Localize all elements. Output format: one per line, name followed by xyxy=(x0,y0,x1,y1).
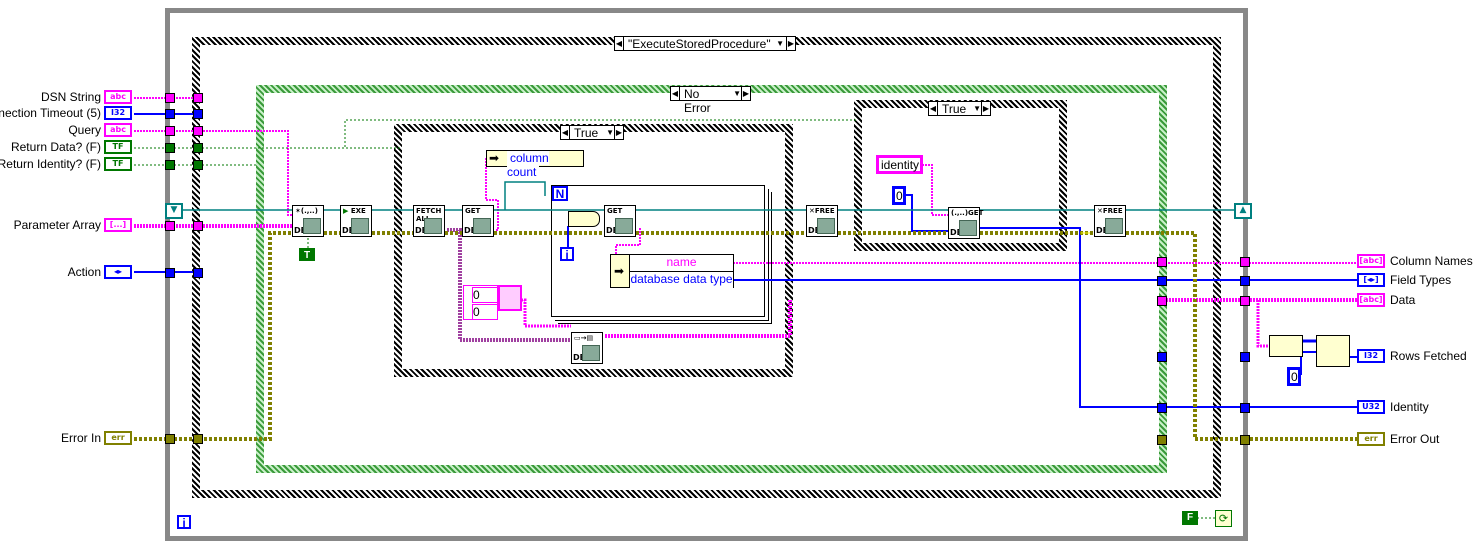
db-get-column-node[interactable]: GET DB xyxy=(604,205,636,237)
tunnel xyxy=(193,93,203,103)
tunnel xyxy=(165,93,175,103)
while-iteration-terminal: i xyxy=(177,515,191,530)
db-execute-node[interactable]: ▶ EXE DB xyxy=(340,205,372,237)
case-selector-label: True xyxy=(942,102,967,116)
tunnel xyxy=(1240,403,1250,413)
control-terminal[interactable]: [...] xyxy=(104,218,132,232)
indicator-terminal[interactable]: [abc] xyxy=(1357,254,1385,268)
case-selector-label: True xyxy=(574,126,599,140)
tunnel xyxy=(165,109,175,119)
db-open-node[interactable]: ✶(.,..) DB xyxy=(292,205,324,237)
indicator-terminal[interactable]: err xyxy=(1357,432,1385,446)
true-constant[interactable]: T xyxy=(299,248,315,261)
control-terminal[interactable]: err xyxy=(104,431,132,445)
indicator-terminal[interactable]: I32 xyxy=(1357,349,1385,363)
case-selector-label: "ExecuteStoredProcedure" xyxy=(628,37,771,51)
control-terminal[interactable]: TF xyxy=(104,140,132,154)
bundle-by-name-node[interactable]: ➡ name database data type xyxy=(610,254,734,288)
tunnel xyxy=(165,160,175,170)
control-label: Connection Timeout (5) xyxy=(0,106,101,120)
control-label: Return Data? (F) xyxy=(10,140,101,154)
tunnel xyxy=(165,434,175,444)
db-convert-node[interactable]: ▭→▤ DB xyxy=(571,332,603,364)
indicator-label: Rows Fetched xyxy=(1390,349,1467,363)
tunnel xyxy=(1157,276,1167,286)
control-label: Query xyxy=(68,123,101,137)
bundle-name-field: name xyxy=(629,255,733,272)
identity-string-constant[interactable]: identity xyxy=(876,155,923,174)
for-iteration-terminal: i xyxy=(560,247,574,262)
indicator-label: Error Out xyxy=(1390,432,1440,446)
array-constant[interactable]: 0 0 xyxy=(463,285,498,320)
tunnel xyxy=(193,434,203,444)
shift-register-left: ▼ xyxy=(165,203,183,219)
tunnel xyxy=(1157,352,1167,362)
db-get-identity-node[interactable]: (.,..)GET DB xyxy=(948,207,983,239)
control-terminal[interactable]: TF xyxy=(104,157,132,171)
tunnel xyxy=(1157,257,1167,267)
tunnel xyxy=(193,126,203,136)
control-terminal[interactable]: ◂▸ xyxy=(104,265,132,279)
tunnel xyxy=(193,268,203,278)
indicator-label: Field Types xyxy=(1390,273,1452,287)
column-count-constant[interactable]: ➡ column count xyxy=(486,150,584,179)
control-terminal[interactable]: abc xyxy=(104,90,132,104)
db-get-property-node[interactable]: GET DB xyxy=(462,205,494,237)
control-label: DSN String xyxy=(40,90,101,104)
indicator-terminal[interactable]: U32 xyxy=(1357,400,1385,414)
control-label: Error In xyxy=(60,431,101,445)
case-selector-return-identity[interactable]: ◀ True ▼ ▶ xyxy=(928,101,991,116)
tunnel xyxy=(1240,296,1250,306)
indicator-label: Column Names xyxy=(1390,254,1473,268)
db-free-node[interactable]: ✕FREE DB xyxy=(806,205,838,237)
db-fetch-all-node[interactable]: FETCH ALLDB xyxy=(413,205,445,237)
tunnel xyxy=(1240,352,1250,362)
zero-constant[interactable]: 0 xyxy=(892,186,906,205)
case-selector-return-data[interactable]: ◀ True ▼ ▶ xyxy=(560,125,624,140)
loop-count-terminal: N xyxy=(552,186,568,201)
control-terminal[interactable]: I32 xyxy=(104,106,132,120)
empty-array-element[interactable] xyxy=(498,285,522,311)
tunnel xyxy=(1157,435,1167,445)
control-terminal[interactable]: abc xyxy=(104,123,132,137)
tunnel xyxy=(1240,257,1250,267)
case-selector-error[interactable]: ◀ No Error ▼ ▶ xyxy=(670,86,751,115)
index-array-node[interactable] xyxy=(1316,335,1350,367)
array-index-0: 0 xyxy=(472,287,498,303)
wires xyxy=(134,97,1357,519)
tunnel xyxy=(193,143,203,153)
indicator-terminal[interactable]: [◂▸] xyxy=(1357,273,1385,287)
shift-register-right: ▲ xyxy=(1234,203,1252,219)
control-label: Parameter Array xyxy=(13,218,101,232)
tunnel xyxy=(193,160,203,170)
array-index-1: 0 xyxy=(472,304,498,320)
variant-to-data-node[interactable] xyxy=(568,211,600,227)
tunnel xyxy=(1157,403,1167,413)
tunnel xyxy=(1240,276,1250,286)
loop-condition-icon[interactable]: ⟳ xyxy=(1215,510,1232,527)
control-label: Action xyxy=(67,265,101,279)
case-selector-action[interactable]: ◀ "ExecuteStoredProcedure" ▼ ▶ xyxy=(614,36,796,51)
bundle-type-field: database data type xyxy=(629,272,733,288)
zero-constant-rows[interactable]: 0 xyxy=(1287,367,1301,386)
tunnel xyxy=(165,143,175,153)
indicator-terminal[interactable]: [abc] xyxy=(1357,293,1385,307)
false-constant[interactable]: F xyxy=(1182,511,1198,525)
tunnel xyxy=(193,109,203,119)
tunnel xyxy=(1157,296,1167,306)
array-size-node[interactable] xyxy=(1269,335,1303,357)
indicator-label: Data xyxy=(1390,293,1416,307)
tunnel xyxy=(165,126,175,136)
indicator-label: Identity xyxy=(1390,400,1429,414)
tunnel xyxy=(165,268,175,278)
control-label: Return Identity? (F) xyxy=(0,157,101,171)
db-free-node-2[interactable]: ✕FREE DB xyxy=(1094,205,1126,237)
case-selector-label: No Error xyxy=(684,87,711,115)
tunnel xyxy=(165,221,175,231)
tunnel xyxy=(193,221,203,231)
tunnel xyxy=(1240,435,1250,445)
